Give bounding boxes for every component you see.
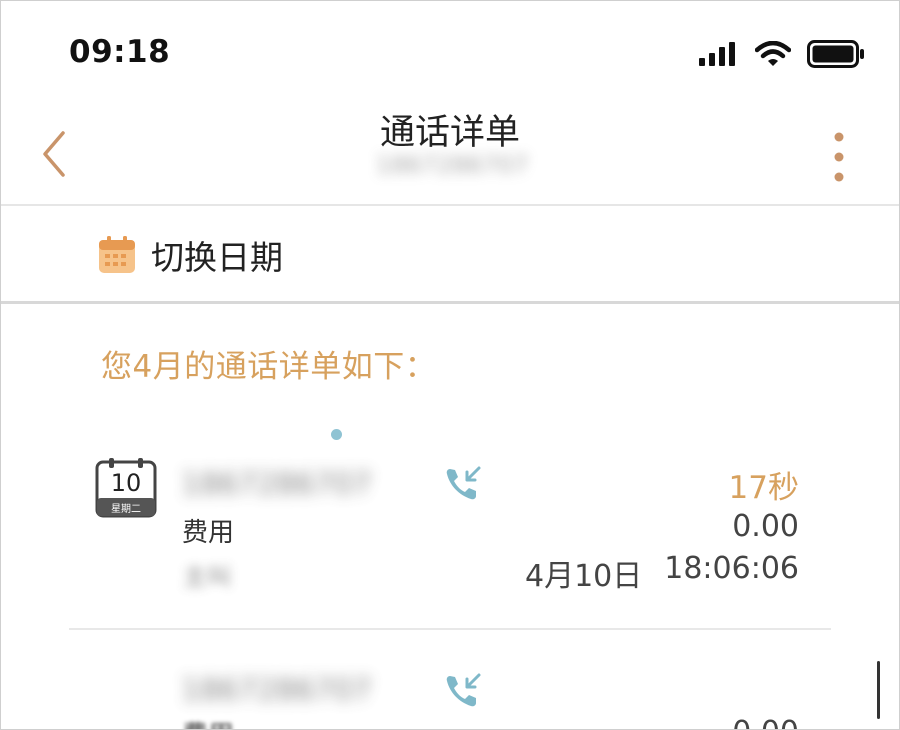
- call-duration: 17秒: [728, 470, 799, 506]
- indicator-dot: [331, 429, 342, 440]
- wifi-icon: [755, 41, 791, 66]
- calendar-day: 10: [111, 469, 142, 497]
- calendar-date-icon: 10 星期二: [95, 458, 157, 518]
- calendar-icon: [99, 236, 135, 273]
- status-icons: [699, 39, 865, 69]
- status-time: 09:18: [69, 34, 171, 70]
- more-menu-icon[interactable]: [829, 131, 849, 183]
- switch-date-label: 切换日期: [151, 238, 283, 277]
- call-datetime: 4月10日 18:06:06: [525, 551, 799, 595]
- call-fee: 0.00: [732, 509, 799, 544]
- switch-date-button[interactable]: 切换日期: [97, 229, 283, 281]
- fee-label: 费用: [182, 715, 234, 729]
- section-divider: [1, 301, 899, 304]
- phone-number-subtitle: 1867286707: [375, 151, 529, 179]
- call-date: 4月10日: [524, 559, 643, 594]
- call-type: 主叫: [183, 563, 231, 591]
- calendar-weekday: 星期二: [111, 503, 141, 515]
- page-title: 通话详单: [379, 113, 520, 153]
- incoming-call-icon: [446, 466, 481, 500]
- phone-number: 1867286707: [181, 673, 372, 708]
- phone-screen: 09:18 通话详单 1867286707 切换日期 您4月的通话详单如下： 1…: [0, 0, 900, 730]
- call-fee: 0.00: [732, 715, 799, 729]
- scrollbar[interactable]: [877, 661, 880, 719]
- cellular-signal-icon: [699, 42, 735, 66]
- incoming-call-icon: [446, 673, 481, 707]
- call-time: 18:06:06: [664, 551, 799, 586]
- nav-divider: [1, 204, 899, 206]
- record-divider: [69, 628, 831, 630]
- section-heading: 您4月的通话详单如下：: [101, 349, 437, 385]
- phone-number: 1867286707: [181, 467, 372, 502]
- fee-label: 费用: [182, 518, 235, 548]
- battery-icon: [807, 40, 864, 68]
